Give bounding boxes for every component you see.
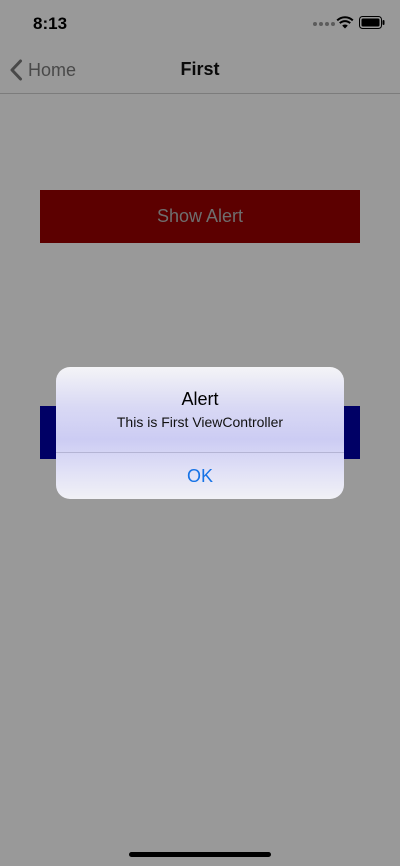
- app-screen: 8:13 Home First Show Alert Alert This is…: [0, 0, 400, 866]
- home-indicator[interactable]: [129, 852, 271, 857]
- alert-ok-button[interactable]: OK: [56, 453, 344, 499]
- alert-title: Alert: [181, 389, 219, 409]
- alert-dialog: Alert This is First ViewController OK: [56, 367, 344, 499]
- alert-message: This is First ViewController: [116, 414, 284, 430]
